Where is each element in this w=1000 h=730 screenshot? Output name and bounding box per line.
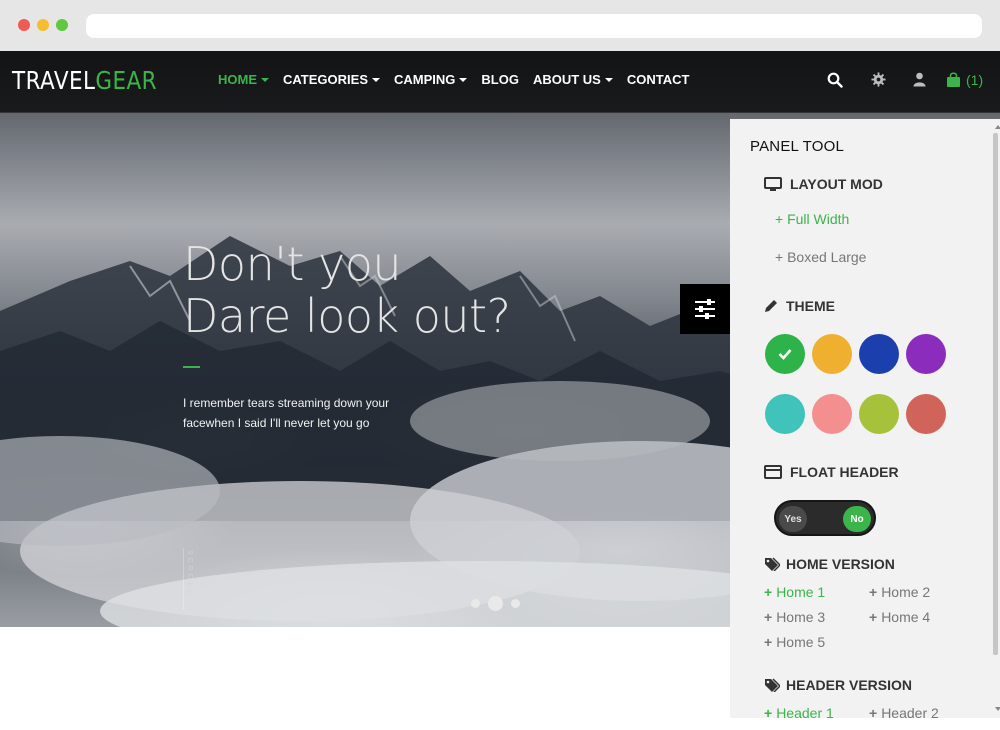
- plus-icon: +: [764, 705, 773, 721]
- address-bar[interactable]: [86, 14, 982, 38]
- hero-headline: Don't you Dare look out?: [183, 238, 511, 342]
- home-version-2-label: Home 2: [881, 584, 931, 600]
- nav-contact[interactable]: CONTACT: [627, 72, 690, 87]
- plus-icon: +: [764, 584, 773, 600]
- chevron-down-icon: [372, 78, 380, 82]
- credit-card-icon: [764, 465, 782, 479]
- sliders-icon: [695, 299, 715, 319]
- header-version-title: HEADER VERSION: [786, 677, 913, 693]
- float-header-toggle[interactable]: Yes No: [774, 500, 876, 536]
- slide-dot-3[interactable]: [511, 599, 520, 608]
- hero-subtext-line-2: facewhen I said I'll never let you go: [183, 416, 370, 430]
- layout-option-boxed-large[interactable]: + Boxed Large: [775, 249, 866, 265]
- nav-camping-label: CAMPING: [394, 72, 456, 87]
- tags-icon: [765, 557, 780, 571]
- header-version-2-label: Header 2: [881, 705, 939, 721]
- tags-icon: [765, 678, 780, 692]
- panel-toggle-button[interactable]: [680, 284, 730, 334]
- float-header-heading: FLOAT HEADER: [764, 464, 899, 480]
- gear-icon[interactable]: [871, 72, 886, 92]
- plus-icon: +: [869, 609, 878, 625]
- scroll-line: [183, 548, 184, 610]
- scroll-down-arrow[interactable]: [995, 707, 1000, 711]
- check-icon: [778, 349, 792, 360]
- theme-color-purple[interactable]: [906, 334, 946, 374]
- hero-headline-line-1: Don't you: [183, 237, 402, 291]
- home-version-5[interactable]: + Home 5: [764, 634, 825, 650]
- header-version-heading: HEADER VERSION: [764, 677, 912, 693]
- panel-scrollbar[interactable]: [993, 133, 998, 655]
- hero-subtext: I remember tears streaming down your fac…: [183, 393, 403, 433]
- logo-text-travel: TRAVEL: [12, 66, 96, 95]
- home-version-3-label: Home 3: [776, 609, 826, 625]
- scroll-indicator[interactable]: SCROLL: [186, 550, 193, 596]
- close-window-dot[interactable]: [18, 19, 30, 31]
- home-version-heading: HOME VERSION: [764, 556, 895, 572]
- theme-color-teal[interactable]: [765, 394, 805, 434]
- nav-blog-label: BLOG: [481, 72, 519, 87]
- nav-contact-label: CONTACT: [626, 72, 690, 87]
- theme-color-yellow[interactable]: [812, 334, 852, 374]
- monitor-icon: [764, 176, 782, 191]
- minimize-window-dot[interactable]: [37, 19, 49, 31]
- nav-about-us[interactable]: ABOUT US: [533, 72, 613, 87]
- nav-home-label: HOME: [218, 72, 257, 87]
- theme-color-blue[interactable]: [859, 334, 899, 374]
- site-logo[interactable]: TRAVELGEAR: [12, 66, 157, 95]
- home-version-4[interactable]: + Home 4: [869, 609, 930, 625]
- chevron-down-icon: [604, 78, 613, 82]
- header-version-1-label: Header 1: [776, 705, 834, 721]
- nav-categories-label: CATEGORIES: [283, 72, 368, 87]
- hero-subtext-line-1: I remember tears streaming down your: [183, 396, 390, 410]
- toggle-no-active[interactable]: No: [843, 506, 871, 532]
- pencil-icon: [765, 300, 777, 312]
- maximize-window-dot[interactable]: [56, 19, 68, 31]
- plus-icon: +: [764, 609, 773, 625]
- search-icon[interactable]: [827, 72, 843, 93]
- home-version-5-label: Home 5: [776, 634, 826, 650]
- toggle-yes[interactable]: Yes: [779, 506, 807, 532]
- layout-mod-heading: LAYOUT MOD: [764, 176, 883, 192]
- home-version-4-label: Home 4: [881, 609, 931, 625]
- shopping-bag-icon[interactable]: [946, 72, 961, 93]
- plus-icon: +: [764, 634, 773, 650]
- header-version-2[interactable]: + Header 2: [869, 705, 939, 721]
- layout-option-full-width[interactable]: + Full Width: [775, 211, 849, 227]
- slide-dot-1[interactable]: [471, 599, 480, 608]
- hero-headline-line-2: Dare look out?: [183, 289, 511, 343]
- browser-chrome: [0, 0, 1000, 51]
- home-version-2[interactable]: + Home 2: [869, 584, 930, 600]
- plus-icon: +: [869, 584, 878, 600]
- theme-color-lime[interactable]: [859, 394, 899, 434]
- home-version-1[interactable]: + Home 1: [764, 584, 825, 600]
- theme-color-green-selected[interactable]: [765, 334, 805, 374]
- nav-about-us-label: ABOUT US: [532, 72, 601, 87]
- home-version-1-label: Home 1: [776, 584, 826, 600]
- nav-categories[interactable]: CATEGORIES: [283, 72, 380, 87]
- panel-title: PANEL TOOL: [750, 138, 844, 155]
- theme-title: THEME: [786, 298, 835, 314]
- header-version-1[interactable]: + Header 1: [764, 705, 834, 721]
- logo-text-gear: GEAR: [95, 66, 158, 95]
- scroll-up-arrow[interactable]: [995, 125, 1000, 129]
- plus-icon: +: [869, 705, 878, 721]
- home-version-title: HOME VERSION: [786, 556, 895, 572]
- layout-mod-title: LAYOUT MOD: [790, 176, 883, 192]
- theme-color-coral[interactable]: [906, 394, 946, 434]
- chevron-down-icon: [261, 78, 269, 82]
- site-header: TRAVELGEAR HOME CATEGORIES CAMPING BLOG …: [0, 51, 1000, 113]
- main-nav: HOME CATEGORIES CAMPING BLOG ABOUT US CO…: [218, 72, 703, 87]
- home-version-3[interactable]: + Home 3: [764, 609, 825, 625]
- accent-divider: [183, 366, 200, 368]
- nav-blog[interactable]: BLOG: [481, 72, 519, 87]
- float-header-title: FLOAT HEADER: [790, 464, 899, 480]
- slide-dot-2-active[interactable]: [488, 596, 503, 611]
- nav-camping[interactable]: CAMPING: [394, 72, 468, 87]
- theme-heading: THEME: [764, 298, 835, 314]
- cart-count[interactable]: (1): [966, 72, 983, 88]
- nav-home[interactable]: HOME: [218, 72, 269, 87]
- theme-color-pink[interactable]: [812, 394, 852, 434]
- user-icon[interactable]: [913, 72, 926, 92]
- chevron-down-icon: [459, 78, 468, 82]
